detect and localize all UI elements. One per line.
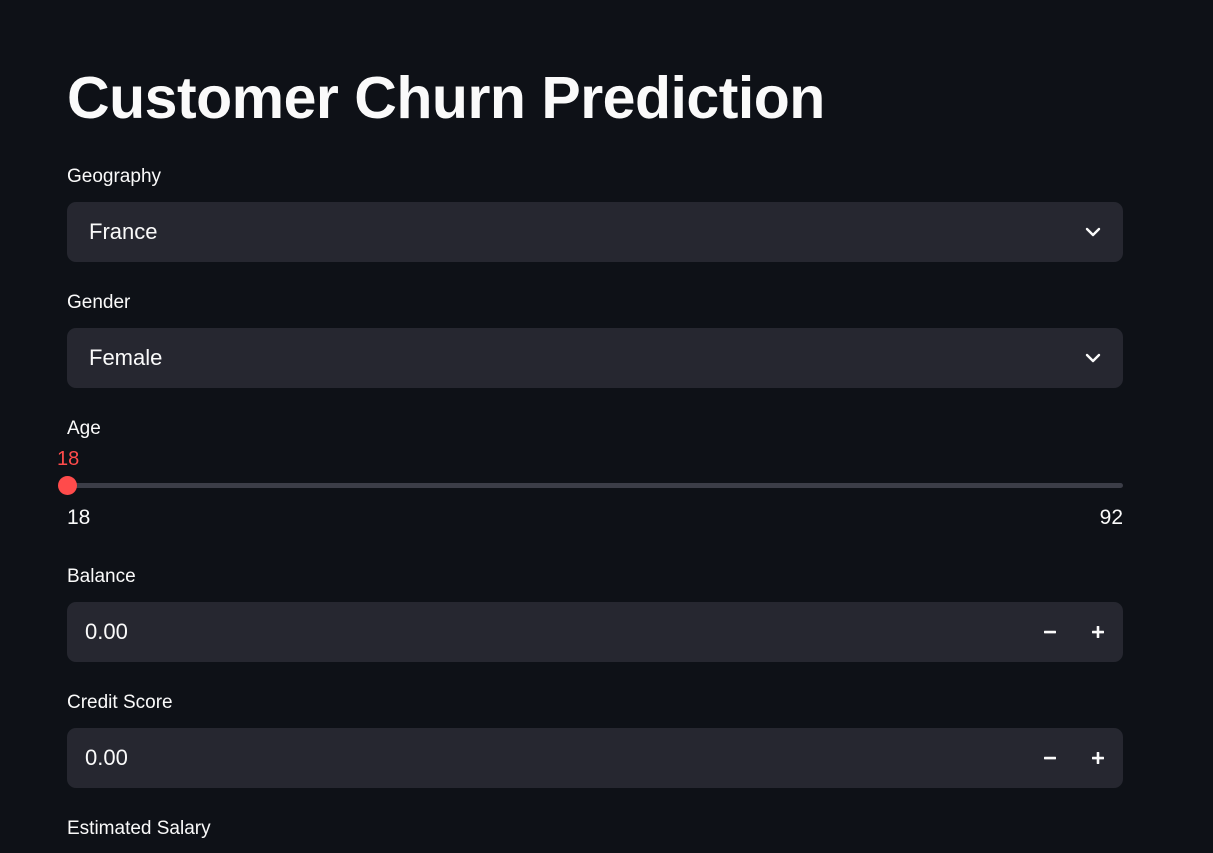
chevron-down-icon (1085, 353, 1101, 363)
age-slider-track[interactable] (67, 483, 1123, 488)
credit-score-decrement-button[interactable] (1027, 728, 1073, 788)
credit-score-label: Credit Score (67, 692, 173, 713)
credit-score-increment-button[interactable] (1075, 728, 1121, 788)
minus-icon (1044, 756, 1056, 760)
page-title: Customer Churn Prediction (67, 65, 825, 131)
credit-score-input[interactable]: 0.00 (67, 728, 1123, 788)
balance-label: Balance (67, 566, 136, 587)
geography-select[interactable]: France (67, 202, 1123, 262)
age-label: Age (67, 418, 101, 439)
credit-score-value: 0.00 (85, 745, 128, 770)
estimated-salary-label: Estimated Salary (67, 818, 211, 839)
gender-selected-value: Female (89, 345, 163, 370)
balance-value: 0.00 (85, 619, 128, 644)
geography-label: Geography (67, 166, 162, 187)
age-slider-max: 92 (1099, 506, 1123, 529)
gender-label: Gender (67, 292, 131, 313)
chevron-down-icon (1085, 227, 1101, 237)
age-slider-min: 18 (67, 506, 91, 529)
balance-decrement-button[interactable] (1027, 602, 1073, 662)
gender-select[interactable]: Female (67, 328, 1123, 388)
age-slider-thumb[interactable] (58, 476, 77, 495)
age-slider-value: 18 (57, 448, 80, 470)
geography-selected-value: France (89, 219, 158, 244)
balance-increment-button[interactable] (1075, 602, 1121, 662)
minus-icon (1044, 630, 1056, 634)
plus-icon (1092, 626, 1104, 638)
balance-input[interactable]: 0.00 (67, 602, 1123, 662)
plus-icon (1092, 752, 1104, 764)
